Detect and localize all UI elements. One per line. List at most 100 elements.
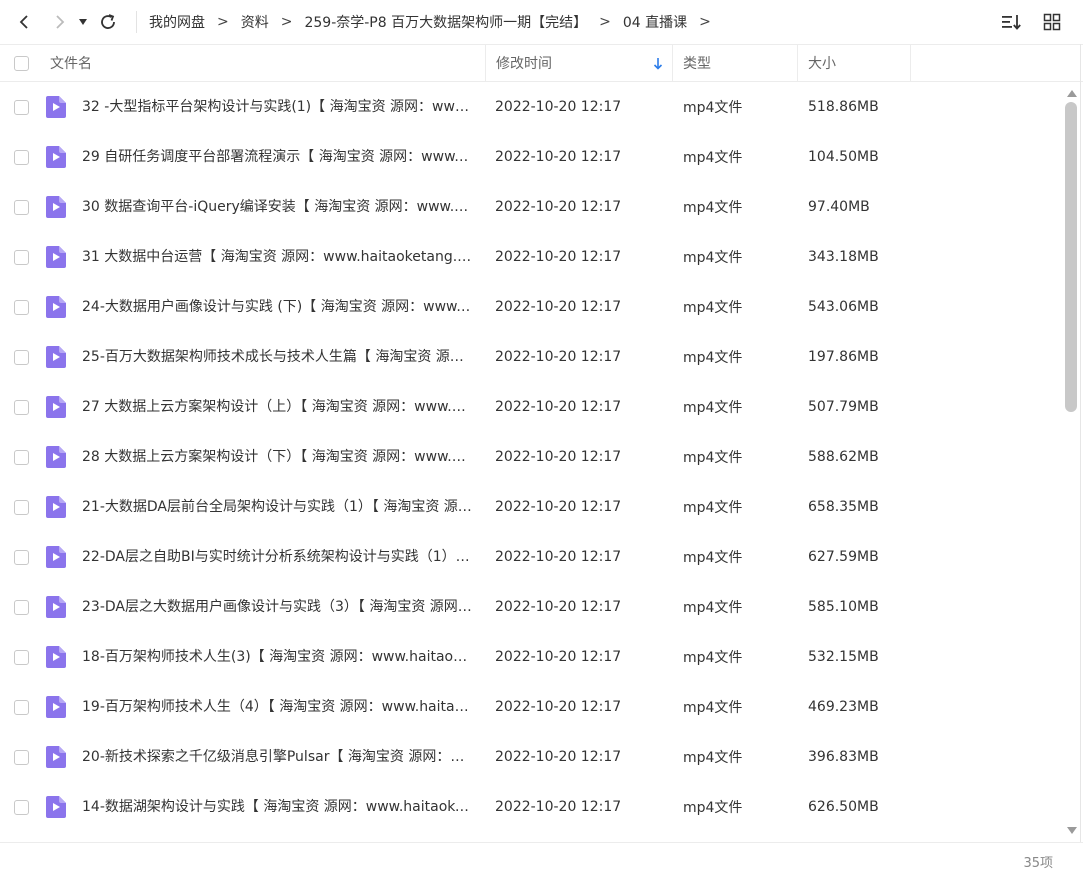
scroll-down-arrow-icon[interactable]	[1067, 827, 1077, 834]
file-type: mp4文件	[683, 300, 743, 316]
video-file-icon	[46, 632, 66, 682]
file-size: 532.15MB	[808, 649, 879, 665]
file-row[interactable]: 25-百万大数据架构师技术成长与技术人生篇【 海淘宝资 源网：www.haita…	[0, 332, 1062, 382]
file-type: mp4文件	[683, 600, 743, 616]
file-name[interactable]: 32 -大型指标平台架构设计与实践(1)【 海淘宝资 源网：www.haitao…	[82, 82, 472, 132]
video-file-icon	[46, 782, 66, 832]
file-name[interactable]: 25-百万大数据架构师技术成长与技术人生篇【 海淘宝资 源网：www.haita…	[82, 332, 472, 382]
file-name[interactable]: 30 数据查询平台-iQuery编译安装【 海淘宝资 源网：www.haitao…	[82, 182, 472, 232]
status-bar: 35项	[0, 842, 1083, 873]
select-all-checkbox[interactable]	[14, 55, 29, 71]
file-modified-time: 2022-10-20 12:17	[495, 749, 622, 765]
row-checkbox[interactable]	[14, 299, 29, 315]
file-row[interactable]: 30 数据查询平台-iQuery编译安装【 海淘宝资 源网：www.haitao…	[0, 182, 1062, 232]
row-checkbox[interactable]	[14, 199, 29, 215]
row-checkbox[interactable]	[14, 649, 29, 665]
grid-view-button[interactable]	[1039, 9, 1065, 35]
row-checkbox[interactable]	[14, 99, 29, 115]
file-name[interactable]: 24-大数据用户画像设计与实践 (下)【 海淘宝资 源网：www.haitaok…	[82, 282, 472, 332]
row-checkbox[interactable]	[14, 449, 29, 465]
file-row[interactable]: 24-大数据用户画像设计与实践 (下)【 海淘宝资 源网：www.haitaok…	[0, 282, 1062, 332]
file-row[interactable]: 29 自研任务调度平台部署流程演示【 海淘宝资 源网：www.haitaoket…	[0, 132, 1062, 182]
column-header-modified[interactable]: 修改时间	[485, 45, 672, 81]
breadcrumb: 我的网盘 > 资料 > 259-奈学-P8 百万大数据架构师一期【完结】 > 0…	[136, 11, 723, 33]
row-checkbox-cell	[14, 132, 29, 182]
row-checkbox[interactable]	[14, 799, 29, 815]
forward-button[interactable]	[46, 8, 74, 36]
file-modified-time: 2022-10-20 12:17	[495, 249, 622, 265]
video-file-icon	[46, 732, 66, 782]
file-name[interactable]: 31 大数据中台运营【 海淘宝资 源网：www.haitaoketang.com…	[82, 232, 472, 282]
row-checkbox[interactable]	[14, 549, 29, 565]
file-type: mp4文件	[683, 350, 743, 366]
file-size: 343.18MB	[808, 249, 879, 265]
file-type: mp4文件	[683, 500, 743, 516]
file-modified-time: 2022-10-20 12:17	[495, 149, 622, 165]
row-checkbox-cell	[14, 782, 29, 832]
file-row[interactable]: 21-大数据DA层前台全局架构设计与实践（1）【 海淘宝资 源网：www.hai…	[0, 482, 1062, 532]
window-right-border	[1080, 44, 1081, 842]
file-name[interactable]: 18-百万架构师技术人生(3)【 海淘宝资 源网：www.haitaoketan…	[82, 632, 472, 682]
breadcrumb-item-live-class[interactable]: 04 直播课	[623, 12, 687, 32]
breadcrumb-item-materials[interactable]: 资料	[241, 12, 269, 32]
file-type: mp4文件	[683, 200, 743, 216]
row-checkbox-cell	[14, 582, 29, 632]
column-header-type[interactable]: 类型	[672, 45, 797, 81]
file-modified-time: 2022-10-20 12:17	[495, 799, 622, 815]
row-checkbox[interactable]	[14, 149, 29, 165]
file-name[interactable]: 21-大数据DA层前台全局架构设计与实践（1）【 海淘宝资 源网：www.hai…	[82, 482, 472, 532]
breadcrumb-item-my-drive[interactable]: 我的网盘	[149, 12, 205, 32]
video-file-icon	[46, 532, 66, 582]
file-name[interactable]: 14-数据湖架构设计与实践【 海淘宝资 源网：www.haitaoketang.…	[82, 782, 472, 832]
file-type: mp4文件	[683, 800, 743, 816]
row-checkbox-cell	[14, 182, 29, 232]
history-dropdown-button[interactable]	[74, 8, 92, 36]
row-checkbox[interactable]	[14, 699, 29, 715]
scroll-up-arrow-icon[interactable]	[1067, 90, 1077, 97]
item-count: 35项	[1023, 856, 1053, 871]
file-row[interactable]: 20-新技术探索之千亿级消息引擎Pulsar【 海淘宝资 源网：www.hait…	[0, 732, 1062, 782]
file-name[interactable]: 19-百万架构师技术人生（4）【 海淘宝资 源网：www.haitaoketan…	[82, 682, 472, 732]
row-checkbox[interactable]	[14, 249, 29, 265]
breadcrumb-separator: >	[217, 14, 229, 30]
file-modified-time: 2022-10-20 12:17	[495, 499, 622, 515]
back-button[interactable]	[10, 8, 38, 36]
column-header-size[interactable]: 大小	[797, 45, 910, 81]
file-row[interactable]: 19-百万架构师技术人生（4）【 海淘宝资 源网：www.haitaoketan…	[0, 682, 1062, 732]
file-row[interactable]: 27 大数据上云方案架构设计（上）【 海淘宝资 源网：www.haitaoket…	[0, 382, 1062, 432]
row-checkbox[interactable]	[14, 499, 29, 515]
breadcrumb-item-course[interactable]: 259-奈学-P8 百万大数据架构师一期【完结】	[304, 12, 587, 32]
file-row[interactable]: 31 大数据中台运营【 海淘宝资 源网：www.haitaoketang.com…	[0, 232, 1062, 282]
file-name[interactable]: 27 大数据上云方案架构设计（上）【 海淘宝资 源网：www.haitaoket…	[82, 382, 472, 432]
row-checkbox[interactable]	[14, 399, 29, 415]
row-checkbox-cell	[14, 382, 29, 432]
file-row[interactable]: 32 -大型指标平台架构设计与实践(1)【 海淘宝资 源网：www.haitao…	[0, 82, 1062, 132]
file-row[interactable]: 18-百万架构师技术人生(3)【 海淘宝资 源网：www.haitaoketan…	[0, 632, 1062, 682]
file-size: 197.86MB	[808, 349, 879, 365]
file-size: 469.23MB	[808, 699, 879, 715]
file-row[interactable]: 23-DA层之大数据用户画像设计与实践（3）【 海淘宝资 源网：www.hait…	[0, 582, 1062, 632]
file-type: mp4文件	[683, 650, 743, 666]
row-checkbox[interactable]	[14, 749, 29, 765]
file-row[interactable]: 28 大数据上云方案架构设计（下）【 海淘宝资 源网：www.haitaoket…	[0, 432, 1062, 482]
sort-button[interactable]	[999, 9, 1025, 35]
file-name[interactable]: 20-新技术探索之千亿级消息引擎Pulsar【 海淘宝资 源网：www.hait…	[82, 732, 472, 782]
file-size: 658.35MB	[808, 499, 879, 515]
column-header-name[interactable]: 文件名	[50, 45, 480, 81]
video-file-icon	[46, 432, 66, 482]
row-checkbox-cell	[14, 682, 29, 732]
file-name[interactable]: 28 大数据上云方案架构设计（下）【 海淘宝资 源网：www.haitaoket…	[82, 432, 472, 482]
toolbar: 我的网盘 > 资料 > 259-奈学-P8 百万大数据架构师一期【完结】 > 0…	[0, 0, 1083, 44]
file-type: mp4文件	[683, 550, 743, 566]
refresh-button[interactable]	[94, 8, 122, 36]
file-name[interactable]: 22-DA层之自助BI与实时统计分析系统架构设计与实践（1）【 海淘宝资 源网：…	[82, 532, 472, 582]
scrollbar-thumb[interactable]	[1065, 102, 1077, 412]
file-modified-time: 2022-10-20 12:17	[495, 549, 622, 565]
file-name[interactable]: 29 自研任务调度平台部署流程演示【 海淘宝资 源网：www.haitaoket…	[82, 132, 472, 182]
file-name[interactable]: 23-DA层之大数据用户画像设计与实践（3）【 海淘宝资 源网：www.hait…	[82, 582, 472, 632]
row-checkbox[interactable]	[14, 599, 29, 615]
file-row[interactable]: 14-数据湖架构设计与实践【 海淘宝资 源网：www.haitaoketang.…	[0, 782, 1062, 832]
file-row[interactable]: 22-DA层之自助BI与实时统计分析系统架构设计与实践（1）【 海淘宝资 源网：…	[0, 532, 1062, 582]
row-checkbox[interactable]	[14, 349, 29, 365]
file-size: 97.40MB	[808, 199, 870, 215]
